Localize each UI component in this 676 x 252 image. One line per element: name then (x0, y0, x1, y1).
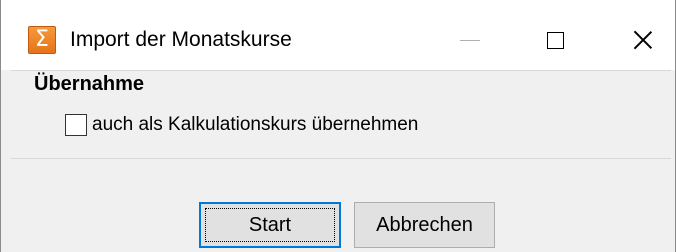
title-bar[interactable]: Σ Import der Monatskurse (1, 0, 675, 70)
cancel-button-label: Abbrechen (376, 213, 473, 236)
minimize-button[interactable] (447, 20, 493, 60)
dialog-window: Σ Import der Monatskurse Übernahme auch … (0, 0, 676, 252)
focus-rectangle (205, 208, 335, 242)
checkbox-row[interactable]: auch als Kalkulationskurs übernehmen (65, 114, 418, 136)
group-divider-bottom (11, 158, 671, 159)
close-icon (633, 30, 653, 50)
checkbox-label[interactable]: auch als Kalkulationskurs übernehmen (92, 114, 418, 136)
group-title: Übernahme (34, 73, 145, 95)
sigma-icon: Σ (28, 26, 56, 54)
maximize-icon (546, 31, 564, 49)
close-button[interactable] (620, 20, 666, 60)
maximize-button[interactable] (532, 20, 578, 60)
calculation-rate-checkbox[interactable] (65, 114, 87, 136)
cancel-button[interactable]: Abbrechen (354, 202, 495, 248)
start-button[interactable]: Start (199, 202, 341, 248)
group-divider-top (11, 70, 671, 71)
minimize-icon (460, 39, 480, 41)
window-title: Import der Monatskurse (70, 28, 292, 51)
